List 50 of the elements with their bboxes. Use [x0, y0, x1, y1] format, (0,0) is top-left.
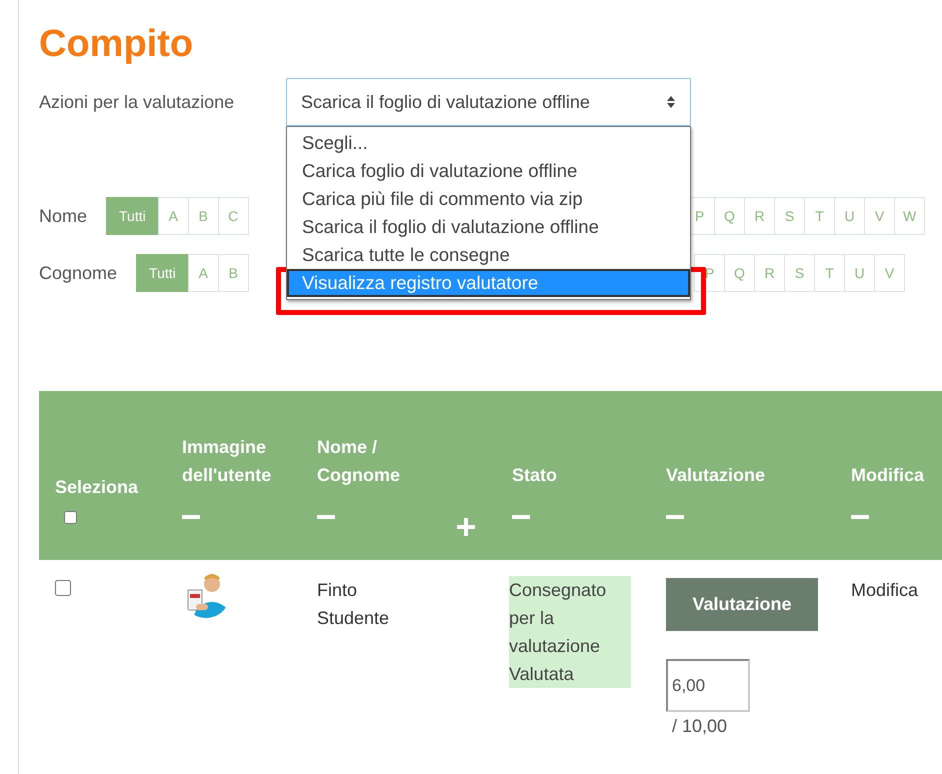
- letter-filter[interactable]: R: [744, 197, 775, 235]
- field-label: Azioni per la valutazione: [39, 92, 236, 112]
- grade-button[interactable]: Valutazione: [666, 578, 818, 631]
- column-header[interactable]: Immagine dell'utente: [182, 433, 285, 489]
- collapse-icon[interactable]: [182, 515, 200, 519]
- letter-filter[interactable]: V: [874, 254, 905, 292]
- dropdown-option[interactable]: Scegli...: [287, 129, 690, 157]
- page-title: Compito: [39, 22, 194, 66]
- grading-actions-select[interactable]: Scarica il foglio di valutazione offline: [286, 78, 691, 126]
- sort-caret-icon: [666, 95, 676, 109]
- dropdown-option[interactable]: Carica foglio di valutazione offline: [287, 157, 690, 185]
- select-all-checkbox[interactable]: [64, 511, 77, 524]
- letter-filter[interactable]: B: [188, 197, 219, 235]
- collapse-icon[interactable]: [666, 515, 684, 519]
- letter-filter[interactable]: S: [784, 254, 815, 292]
- letter-filter[interactable]: A: [188, 254, 219, 292]
- letter-filter[interactable]: W: [894, 197, 926, 235]
- filter-label: Nome: [39, 206, 88, 226]
- letter-filter[interactable]: U: [844, 254, 875, 292]
- expand-icon[interactable]: [457, 518, 475, 536]
- status-text: Consegnato per la valutazione Valutata: [509, 576, 631, 688]
- dropdown-option[interactable]: Visualizza registro valutatore: [287, 269, 690, 297]
- letter-filter[interactable]: Tutti: [106, 197, 159, 235]
- collapse-icon[interactable]: [317, 515, 335, 519]
- collapse-icon[interactable]: [512, 515, 530, 519]
- dropdown-option[interactable]: Scarica tutte le consegne: [287, 241, 690, 269]
- row-checkbox[interactable]: [55, 580, 71, 596]
- letter-filter[interactable]: U: [834, 197, 865, 235]
- letter-filter[interactable]: R: [754, 254, 785, 292]
- letter-filter[interactable]: T: [804, 197, 835, 235]
- column-header[interactable]: Valutazione: [666, 461, 819, 489]
- edit-menu[interactable]: Modifica: [851, 580, 918, 600]
- column-header[interactable]: Modifica: [851, 461, 935, 489]
- letter-filter[interactable]: Q: [724, 254, 755, 292]
- filter-label: Cognome: [39, 262, 118, 284]
- letter-filter[interactable]: S: [774, 197, 805, 235]
- letter-filter[interactable]: B: [218, 254, 249, 292]
- letter-filter[interactable]: A: [158, 197, 189, 235]
- letter-filter[interactable]: Q: [714, 197, 745, 235]
- letter-filter[interactable]: V: [864, 197, 895, 235]
- max-grade: / 10,00: [672, 715, 728, 738]
- column-header[interactable]: Seleziona: [55, 473, 150, 501]
- column-header[interactable]: Stato: [512, 461, 634, 489]
- letter-filter[interactable]: C: [218, 197, 249, 235]
- collapse-icon[interactable]: [851, 515, 869, 519]
- column-header[interactable]: Nome / Cognome: [317, 433, 425, 489]
- letter-filter[interactable]: Tutti: [136, 254, 189, 292]
- letter-filter[interactable]: T: [814, 254, 845, 292]
- grade-input[interactable]: 6,00: [666, 659, 750, 712]
- student-name: Finto Studente: [317, 579, 390, 630]
